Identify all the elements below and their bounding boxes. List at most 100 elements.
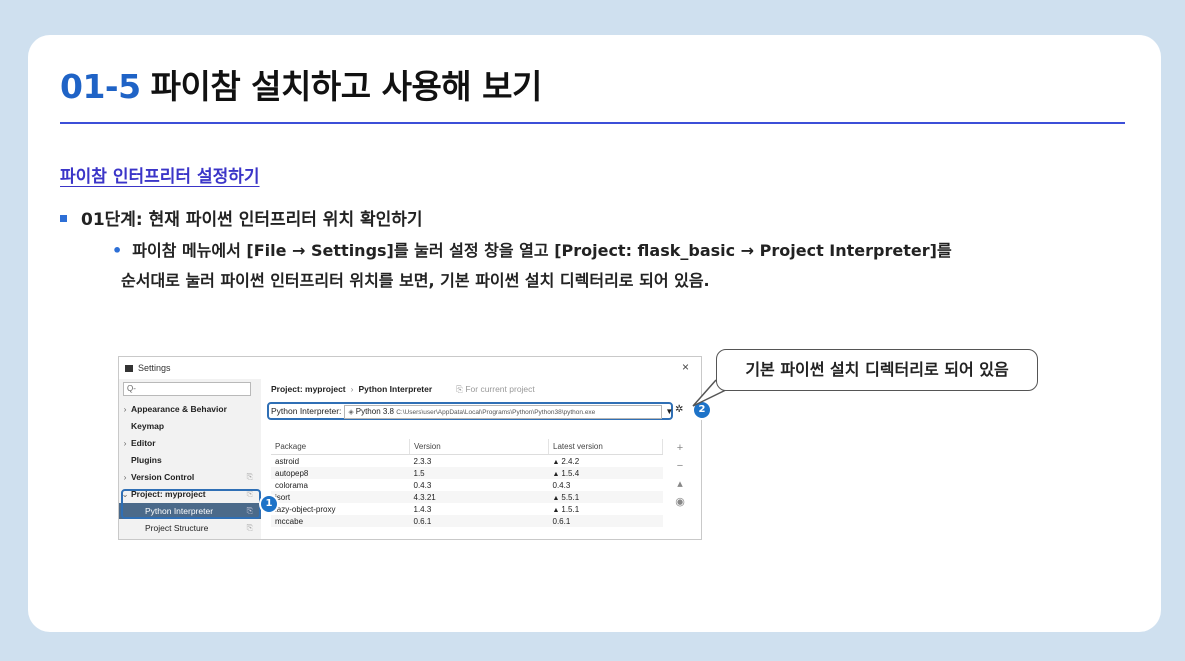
breadcrumb: Project: myproject › Python Interpreter ⎘ F… [271, 384, 535, 395]
package-version: 0.6.1 [409, 515, 549, 527]
package-name: isort [271, 491, 410, 503]
window-title: Settings [138, 363, 171, 373]
package-name-text: lazy-object-proxy [275, 504, 336, 514]
package-name-text: mccabe [275, 516, 304, 526]
package-latest-text: 5.5.1 [561, 492, 580, 502]
column-header[interactable]: Latest version [548, 439, 663, 455]
interpreter-name: Python 3.8 [355, 406, 394, 416]
breadcrumb-page: Python Interpreter [358, 384, 433, 394]
chevron-right-icon: › [123, 438, 127, 448]
table-header-row: Package Version Latest version [271, 439, 663, 455]
step-bullet: 01단계: 현재 파이썬 인터프리터 위치 확인하기 [60, 205, 423, 230]
window-titlebar: Settings [125, 363, 171, 373]
package-version-text: 0.6.1 [413, 516, 432, 526]
sidebar-item-plugins[interactable]: Plugins [119, 452, 261, 468]
dot-bullet-icon: • [112, 241, 123, 260]
package-name-text: colorama [275, 480, 308, 490]
table-row[interactable]: colorama 0.4.3 0.4.3 [271, 479, 663, 491]
slide-card [28, 35, 1161, 632]
package-table: Package Version Latest version astroid 2.… [271, 439, 663, 527]
description: • 파이참 메뉴에서 [File → Settings]를 눌러 설정 창을 열고… [112, 236, 1012, 296]
package-table-body: astroid 2.3.3 ▲ 2.4.2 autopep8 1.5 ▲ 1.5.4 col… [271, 455, 663, 527]
settings-window: Settings × Q- › Appearance & Behavior Key… [118, 356, 702, 540]
title-text: 파이참 설치하고 사용해 보기 [150, 67, 543, 106]
package-name: lazy-object-proxy [271, 503, 410, 515]
package-version: 1.4.3 [410, 503, 549, 515]
column-header[interactable]: Version [409, 439, 549, 455]
desc-line-1: 파이참 메뉴에서 [File → Settings]를 눌러 설정 창을 열고 … [132, 241, 952, 260]
table-row[interactable]: isort 4.3.21 ▲ 5.5.1 [271, 491, 663, 503]
add-icon[interactable]: + [671, 439, 689, 457]
package-latest-text: 2.4.2 [561, 456, 580, 466]
interpreter-select[interactable]: ◈ Python 3.8 C:\Users\user\AppData\Local… [344, 404, 663, 419]
eye-icon[interactable]: ◉ [671, 493, 689, 511]
callout-bubble: 기본 파이썬 설치 디렉터리로 되어 있음 [716, 349, 1038, 391]
sidebar-item-version-control[interactable]: › Version Control ⎘ [119, 469, 261, 485]
sidebar-search-input[interactable]: Q- [123, 382, 251, 396]
close-icon[interactable]: × [682, 360, 689, 374]
subheading: 파이참 인터프리터 설정하기 [60, 167, 260, 187]
package-version: 2.3.3 [410, 455, 549, 468]
package-version: 4.3.21 [409, 491, 549, 503]
package-toolbar: + − ▴ ◉ [671, 439, 689, 511]
settings-main: Project: myproject › Python Interpreter ⎘ F… [261, 379, 701, 539]
package-name-text: astroid [275, 456, 300, 466]
package-version-text: 2.3.3 [413, 456, 432, 466]
package-latest-text: 0.4.3 [552, 480, 571, 490]
breadcrumb-separator-icon: › [350, 384, 354, 394]
package-name: mccabe [271, 515, 410, 527]
package-latest-text: 0.6.1 [552, 516, 571, 526]
package-version-text: 1.4.3 [413, 504, 432, 514]
square-bullet-icon [60, 215, 67, 222]
sidebar-item-keymap[interactable]: Keymap [119, 418, 261, 434]
sidebar-item-label: Project Structure [145, 523, 209, 533]
package-latest: ▲ 1.5.4 [548, 467, 663, 479]
app-icon [125, 365, 133, 372]
interpreter-path: C:\Users\user\AppData\Local\Programs\Pyt… [396, 408, 596, 416]
table-row[interactable]: lazy-object-proxy 1.4.3 ▲ 1.5.1 [271, 503, 663, 515]
sidebar-item-appearance[interactable]: › Appearance & Behavior [119, 401, 261, 417]
step-text: 01단계: 현재 파이썬 인터프리터 위치 확인하기 [81, 210, 423, 230]
table-row[interactable]: autopep8 1.5 ▲ 1.5.4 [271, 467, 663, 479]
package-version-text: 0.4.3 [413, 480, 432, 490]
sidebar-item-label: Plugins [131, 455, 162, 465]
table-row[interactable]: astroid 2.3.3 ▲ 2.4.2 [271, 455, 663, 468]
scope-hint: ⎘ For current project [456, 384, 535, 394]
package-latest-text: 1.5.4 [561, 468, 580, 478]
interpreter-row: Python Interpreter: ◈ Python 3.8 C:\Users… [267, 402, 673, 420]
python-icon: ◈ [348, 408, 356, 416]
sidebar-item-project-structure[interactable]: Project Structure ⎘ [119, 520, 261, 536]
title-divider [60, 122, 1125, 124]
upgrade-icon[interactable]: ▴ [671, 475, 689, 493]
highlight-box-1 [121, 489, 261, 519]
package-latest: ▲ 2.4.2 [549, 455, 663, 468]
settings-sidebar: Q- › Appearance & Behavior Keymap › Editor… [119, 379, 261, 539]
package-name: autopep8 [271, 467, 410, 479]
chevron-down-icon[interactable]: ▼ [665, 407, 673, 416]
breadcrumb-project: Project: myproject [271, 384, 346, 394]
sidebar-item-editor[interactable]: › Editor [119, 435, 261, 451]
slide-title: 01-5 파이참 설치하고 사용해 보기 [60, 60, 542, 108]
column-header[interactable]: Package [271, 439, 410, 455]
sidebar-item-label: Keymap [131, 421, 165, 431]
gear-icon[interactable]: ✲ [675, 404, 683, 415]
package-version: 1.5 [409, 467, 549, 479]
copy-icon: ⎘ [246, 523, 253, 532]
package-version-text: 1.5 [413, 468, 425, 478]
package-name: colorama [271, 479, 410, 491]
desc-line-2: 순서대로 눌러 파이썬 인터프리터 위치를 보면, 기본 파이썬 설치 디렉터리… [121, 271, 710, 290]
package-version-text: 4.3.21 [413, 492, 436, 502]
section-number: 01-5 [60, 67, 141, 106]
interpreter-label: Python Interpreter: [271, 406, 342, 416]
sidebar-item-label: Version Control [131, 472, 195, 482]
package-latest: 0.6.1 [548, 515, 663, 527]
package-name: astroid [271, 455, 410, 468]
marker-1-badge: 1 [259, 494, 279, 514]
package-version: 0.4.3 [410, 479, 549, 491]
remove-icon[interactable]: − [671, 457, 689, 475]
copy-icon: ⎘ [246, 472, 253, 481]
sidebar-item-label: Appearance & Behavior [131, 404, 227, 414]
table-row[interactable]: mccabe 0.6.1 0.6.1 [271, 515, 663, 527]
package-name-text: autopep8 [275, 468, 309, 478]
package-latest: ▲ 5.5.1 [548, 491, 663, 503]
